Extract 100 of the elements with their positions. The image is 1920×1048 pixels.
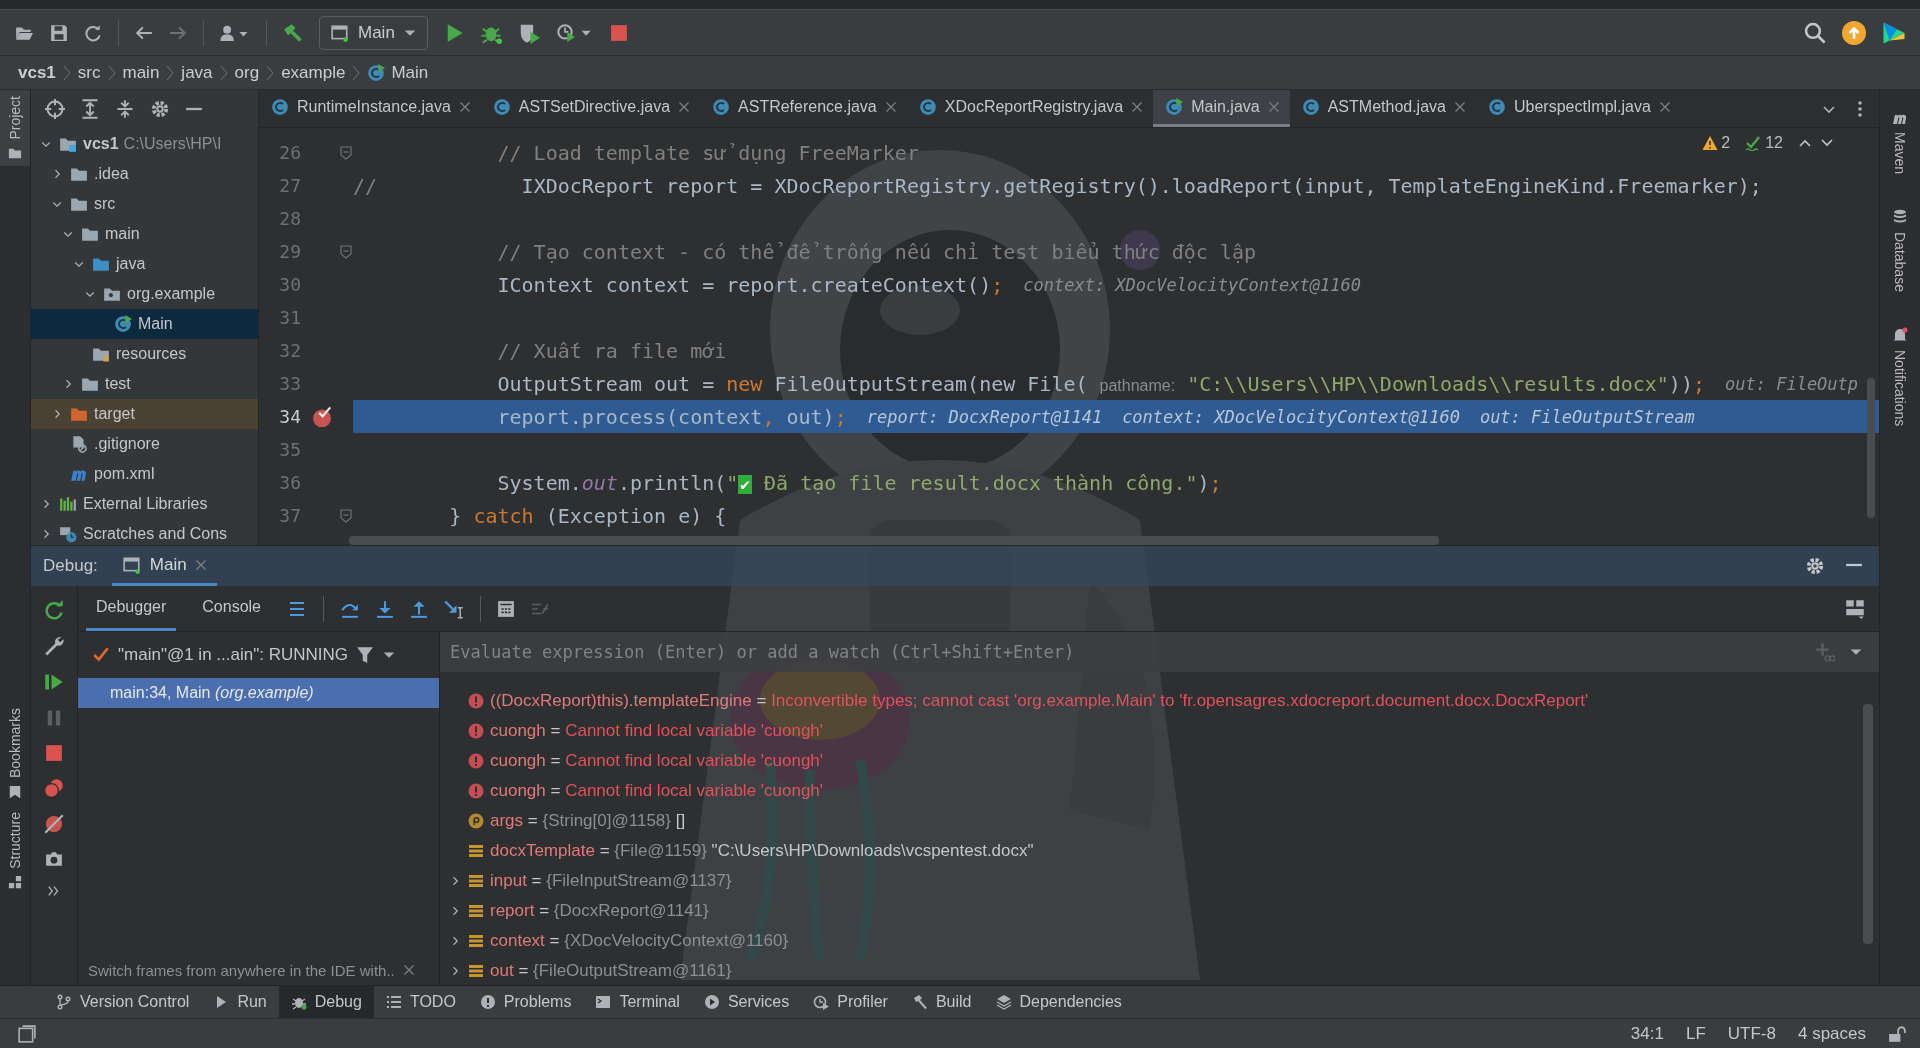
run-configuration-dropdown[interactable]: Main — [319, 15, 428, 50]
close-icon[interactable] — [1453, 101, 1466, 113]
editor-tab[interactable]: ASTReference.java — [700, 90, 907, 127]
session-tab[interactable]: Main — [111, 546, 217, 586]
variable-entry[interactable]: args = {String[0]@1158} [] — [490, 811, 686, 831]
tree-item[interactable]: org.example — [31, 279, 258, 309]
tool-window-button[interactable]: Maven — [1891, 104, 1909, 181]
project-tool-button[interactable]: Project — [0, 90, 30, 166]
fold-icon[interactable] — [340, 508, 352, 523]
tree-item[interactable]: pom.xml — [31, 459, 258, 489]
tree-item[interactable]: test — [31, 369, 258, 399]
debugger-tab[interactable]: Debugger — [86, 586, 177, 631]
tool-window-tab[interactable]: TODO — [373, 986, 468, 1018]
tool-window-button[interactable]: Bookmarks — [7, 702, 23, 807]
variable-entry[interactable]: cuongh = Cannot find local variable 'cuongh' — [490, 751, 824, 771]
breadcrumb-item[interactable]: example — [281, 62, 346, 83]
editor-tab[interactable]: Main.java — [1153, 90, 1290, 127]
variable-entry[interactable]: ((DocxReport)this).templateEngine = Inconvertible types; cannot cast 'org.example.Main' to 'fr.opensagres.xdocreport.document.docx.DocxReport' — [490, 691, 1589, 711]
breakpoints-icon[interactable] — [44, 778, 64, 798]
breadcrumb-item[interactable]: Main — [367, 62, 429, 83]
toolbox-logo-icon[interactable] — [1882, 20, 1906, 45]
tool-window-tab[interactable]: Profiler — [801, 986, 900, 1018]
tool-window-tab[interactable]: Version Control — [44, 986, 202, 1018]
tool-window-tab[interactable]: Dependencies — [983, 986, 1134, 1018]
variable-entry[interactable]: context = {XDocVelocityContext@1160} — [490, 931, 789, 951]
tree-item[interactable]: main — [31, 219, 258, 249]
thread-status[interactable]: "main"@1 in ...ain": RUNNING — [118, 645, 348, 665]
breadcrumb-item[interactable]: java — [181, 62, 213, 83]
warning-count[interactable]: 2 — [1702, 134, 1731, 152]
stack-frame[interactable]: main:34, Main (org.example) — [78, 678, 439, 708]
editor-tab[interactable]: ASTSetDirective.java — [480, 90, 701, 127]
close-icon[interactable] — [678, 101, 691, 113]
tool-window-button[interactable]: Structure — [7, 806, 23, 895]
mute-breakpoints-icon[interactable] — [44, 814, 64, 834]
threads-icon[interactable] — [287, 600, 307, 617]
tool-window-button[interactable]: Database — [1892, 202, 1908, 298]
editor-tab[interactable]: ASTMethod.java — [1289, 90, 1476, 127]
calculator-icon[interactable] — [497, 599, 515, 618]
close-icon[interactable] — [194, 558, 207, 571]
close-icon[interactable] — [402, 964, 415, 976]
more-icon[interactable] — [1857, 99, 1863, 118]
tool-window-tab[interactable]: Debug — [278, 986, 374, 1018]
breadcrumb-item[interactable]: src — [77, 62, 101, 83]
close-icon[interactable] — [1267, 101, 1280, 113]
tree-item[interactable]: java — [31, 249, 258, 279]
update-icon[interactable] — [1842, 20, 1866, 45]
search-icon[interactable] — [1804, 21, 1826, 44]
fold-icon[interactable] — [340, 145, 352, 160]
breakpoint-icon[interactable] — [311, 405, 333, 428]
step-into-icon[interactable] — [376, 599, 394, 618]
evaluate-field[interactable]: Evaluate expression (Enter) or add a watch (Ctrl+Shift+Enter) — [440, 632, 1879, 672]
breadcrumb-item[interactable]: vcs1 — [18, 62, 56, 83]
wrench-icon[interactable] — [44, 636, 64, 656]
lock-icon[interactable] — [1888, 1024, 1906, 1043]
tool-window-tab[interactable]: Build — [899, 986, 984, 1018]
resume-icon[interactable] — [44, 672, 64, 692]
indent-setting[interactable]: 4 spaces — [1797, 1023, 1866, 1044]
tool-window-tab[interactable]: Services — [691, 986, 802, 1018]
stop-icon[interactable] — [45, 744, 63, 762]
step-out-icon[interactable] — [410, 599, 428, 618]
tree-item[interactable]: resources — [31, 339, 258, 369]
editor-tab[interactable]: RuntimeInstance.java — [259, 90, 481, 127]
sync-icon[interactable] — [84, 23, 102, 42]
tree-item[interactable]: vcs1 C:\Users\HP\I — [31, 129, 258, 159]
tree-item[interactable]: src — [31, 189, 258, 219]
run-to-cursor-icon[interactable] — [444, 598, 464, 619]
variable-entry[interactable]: out = {FileOutputStream@1161} — [490, 961, 732, 981]
rerun-icon[interactable] — [44, 600, 64, 620]
line-separator[interactable]: LF — [1685, 1023, 1706, 1044]
user-dropdown-icon[interactable] — [220, 23, 250, 42]
scrollbar[interactable] — [1863, 704, 1873, 944]
tool-window-tab[interactable]: Problems — [467, 986, 584, 1018]
file-encoding[interactable]: UTF-8 — [1727, 1023, 1776, 1044]
variable-entry[interactable]: report = {DocxReport@1141} — [490, 901, 709, 921]
variable-entry[interactable]: input = {FileInputStream@1137} — [490, 871, 732, 891]
check-count[interactable]: 12 — [1744, 134, 1783, 152]
close-icon[interactable] — [1131, 101, 1144, 113]
fold-icon[interactable] — [340, 244, 352, 259]
tool-window-tab[interactable]: Run — [201, 986, 279, 1018]
tree-item[interactable]: .idea — [31, 159, 258, 189]
filter-icon[interactable] — [356, 646, 374, 664]
layout-icon[interactable] — [1845, 598, 1865, 619]
tree-item[interactable]: .gitignore — [31, 429, 258, 459]
cursor-position[interactable]: 34:1 — [1630, 1023, 1664, 1044]
stop-icon[interactable] — [609, 23, 628, 42]
tree-item[interactable]: Scratches and Cons — [31, 519, 258, 545]
tree-item[interactable]: Main — [31, 309, 258, 339]
settings-icon[interactable] — [150, 98, 170, 119]
tree-item[interactable]: External Libraries — [31, 489, 258, 519]
camera-icon[interactable] — [44, 850, 64, 868]
variable-entry[interactable]: cuongh = Cannot find local variable 'cuongh' — [490, 721, 824, 741]
panel-toggle-icon[interactable] — [18, 1024, 36, 1043]
scrollbar[interactable] — [1867, 378, 1875, 518]
variable-entry[interactable]: cuongh = Cannot find local variable 'cuongh' — [490, 781, 824, 801]
variable-entry[interactable]: docxTemplate = {File@1159} "C:\Users\HP\Downloads\vcspentest.docx" — [490, 841, 1034, 861]
debugger-tab[interactable]: Console — [192, 586, 271, 631]
tool-window-button[interactable]: Notifications — [1892, 319, 1908, 433]
close-icon[interactable] — [458, 101, 471, 113]
locate-icon[interactable] — [45, 98, 65, 119]
expand-all-icon[interactable] — [80, 98, 100, 119]
